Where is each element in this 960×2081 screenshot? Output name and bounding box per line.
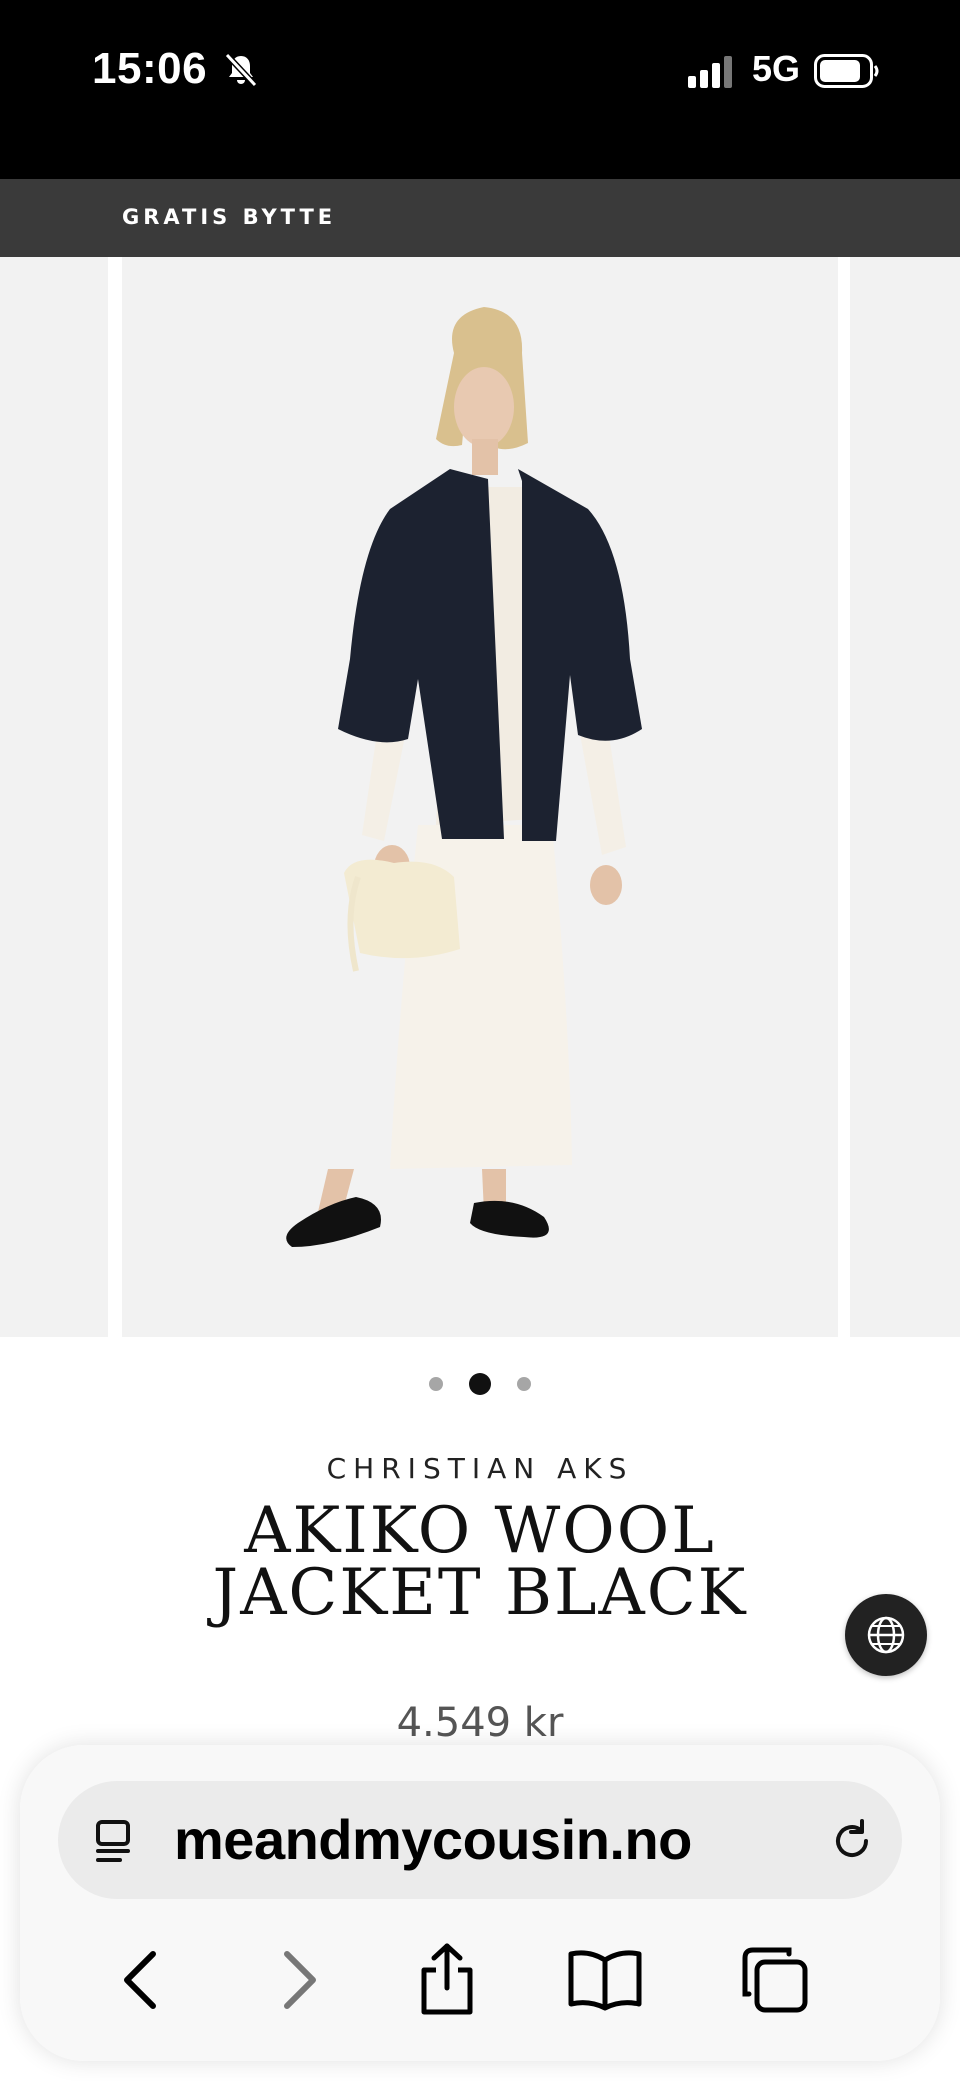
- product-price: 4.549 kr: [396, 1700, 564, 1746]
- bookmarks-icon: [568, 1950, 642, 2011]
- status-bar: 15:06 5G: [0, 0, 960, 179]
- battery-icon: [814, 54, 879, 88]
- status-time: 15:06: [92, 44, 208, 93]
- gallery-slide-active[interactable]: [122, 257, 936, 1337]
- address-bar[interactable]: meandmycousin.no: [58, 1781, 902, 1899]
- back-button[interactable]: [96, 1935, 186, 2025]
- reader-mode-icon[interactable]: [94, 1819, 138, 1863]
- promo-text: GRATIS BYTTE: [122, 205, 337, 229]
- bookmarks-button[interactable]: [560, 1935, 650, 2025]
- share-button[interactable]: [402, 1935, 492, 2025]
- product-photo: [122, 257, 838, 1337]
- browser-bar: meandmycousin.no: [20, 1745, 940, 2061]
- bell-slash-icon: [224, 52, 258, 88]
- gallery-slide-previous[interactable]: [0, 257, 108, 1337]
- forward-button[interactable]: [254, 1935, 344, 2025]
- tabs-button[interactable]: [730, 1935, 820, 2025]
- pager-dot[interactable]: [429, 1377, 443, 1391]
- signal-icon: [688, 56, 732, 88]
- product-brand[interactable]: CHRISTIAN AKS: [0, 1452, 960, 1485]
- forward-icon: [284, 1951, 316, 2009]
- gallery-slide-next[interactable]: [850, 257, 960, 1337]
- share-icon: [421, 1943, 473, 2015]
- network-type: 5G: [752, 48, 801, 89]
- globe-icon: [867, 1616, 905, 1654]
- browser-toolbar: [20, 1935, 940, 2025]
- pager-dot[interactable]: [517, 1377, 531, 1391]
- url-text[interactable]: meandmycousin.no: [174, 1807, 692, 1872]
- gallery-pager: [0, 1373, 960, 1395]
- tabs-icon: [742, 1947, 808, 2013]
- reload-icon[interactable]: [828, 1817, 876, 1865]
- pager-dot-active[interactable]: [469, 1373, 491, 1395]
- language-button[interactable]: [845, 1594, 927, 1676]
- promo-bar: GRATIS BYTTE: [0, 179, 960, 257]
- product-gallery[interactable]: [0, 257, 960, 1337]
- product-title: AKIKO WOOL JACKET BLACK: [212, 1494, 748, 1630]
- back-icon: [124, 1951, 156, 2009]
